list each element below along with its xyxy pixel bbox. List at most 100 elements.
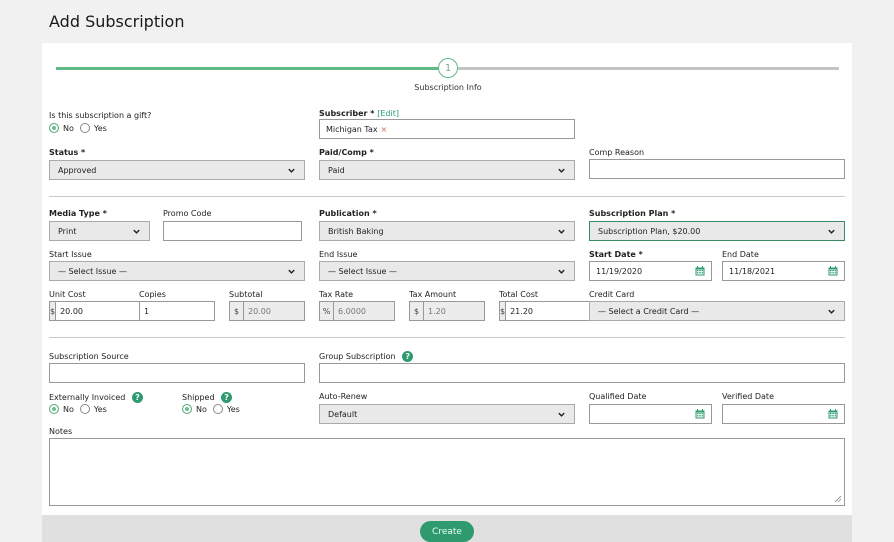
- gift-yes-radio[interactable]: [79, 123, 90, 133]
- paid-comp-label: Paid/Comp *: [319, 148, 374, 157]
- end-date-label: End Date: [722, 250, 759, 259]
- notes-textarea[interactable]: [49, 438, 845, 506]
- subscriber-field[interactable]: Michigan Tax ×: [319, 119, 575, 139]
- media-type-select[interactable]: Print: [49, 221, 150, 241]
- chevron-down-icon: [827, 307, 836, 316]
- end-date-value: 11/18/2021: [729, 266, 776, 276]
- credit-card-select[interactable]: — Select a Credit Card —: [589, 301, 845, 321]
- externally-invoiced-yes-label: Yes: [93, 404, 107, 414]
- chevron-down-icon: [557, 227, 566, 236]
- paid-comp-select[interactable]: Paid: [319, 160, 575, 180]
- section-divider: [49, 337, 845, 338]
- start-date-label: Start Date *: [589, 250, 643, 259]
- subscription-plan-select[interactable]: Subscription Plan, $20.00: [589, 221, 845, 241]
- group-subscription-label-text: Group Subscription: [319, 352, 396, 361]
- credit-card-label: Credit Card: [589, 290, 635, 299]
- status-label: Status *: [49, 148, 86, 157]
- end-issue-select[interactable]: — Select Issue —: [319, 261, 575, 281]
- end-date-field[interactable]: 11/18/2021: [722, 261, 845, 281]
- subtotal-value: 20.00: [243, 301, 305, 321]
- externally-invoiced-label: Externally Invoiced ?: [49, 392, 143, 403]
- start-issue-select[interactable]: — Select Issue —: [49, 261, 305, 281]
- verified-date-label: Verified Date: [722, 392, 774, 401]
- auto-renew-label: Auto-Renew: [319, 392, 368, 401]
- auto-renew-select[interactable]: Default: [319, 404, 575, 424]
- calendar-icon[interactable]: [695, 409, 705, 419]
- subscriber-edit-link[interactable]: [Edit]: [377, 109, 399, 118]
- externally-invoiced-no-label: No: [63, 404, 74, 414]
- dollar-prefix: $: [229, 301, 243, 321]
- verified-date-field[interactable]: [722, 404, 845, 424]
- subtotal-field: $ 20.00: [229, 301, 305, 321]
- chevron-down-icon: [557, 410, 566, 419]
- subscriber-tag-text: Michigan Tax: [326, 124, 378, 134]
- unit-cost-label: Unit Cost: [49, 290, 86, 299]
- gift-no-radio[interactable]: [49, 123, 59, 133]
- gift-yes-label: Yes: [93, 123, 107, 133]
- calendar-icon[interactable]: [695, 266, 705, 276]
- credit-card-select-value: — Select a Credit Card —: [598, 306, 700, 316]
- chevron-down-icon: [557, 267, 566, 276]
- remove-subscriber-icon[interactable]: ×: [381, 125, 388, 134]
- promo-code-input[interactable]: [163, 221, 302, 241]
- gift-label: Is this subscription a gift?: [49, 111, 152, 120]
- publication-label: Publication *: [319, 209, 377, 218]
- help-icon[interactable]: ?: [402, 351, 414, 362]
- shipped-label: Shipped ?: [182, 392, 233, 403]
- help-icon[interactable]: ?: [221, 392, 233, 403]
- qualified-date-field[interactable]: [589, 404, 712, 424]
- externally-invoiced-yes-radio[interactable]: [79, 404, 90, 414]
- shipped-no-radio[interactable]: [182, 404, 192, 414]
- subscription-source-input[interactable]: [49, 363, 305, 383]
- dollar-prefix: $: [409, 301, 423, 321]
- total-cost-label: Total Cost: [499, 290, 539, 299]
- publication-select-value: British Baking: [328, 226, 384, 236]
- tax-rate-value: 6.0000: [333, 301, 395, 321]
- media-type-select-value: Print: [58, 226, 77, 236]
- notes-label: Notes: [49, 427, 73, 436]
- subscription-plan-select-value: Subscription Plan, $20.00: [598, 226, 701, 236]
- externally-invoiced-no-radio[interactable]: [49, 404, 59, 414]
- start-issue-select-value: — Select Issue —: [58, 266, 127, 276]
- unit-cost-field: $: [49, 301, 167, 321]
- page-title: Add Subscription: [49, 12, 185, 31]
- start-date-field[interactable]: 11/19/2020: [589, 261, 712, 281]
- qualified-date-label: Qualified Date: [589, 392, 647, 401]
- subscription-plan-label: Subscription Plan *: [589, 209, 676, 218]
- calendar-icon[interactable]: [828, 409, 838, 419]
- publication-select[interactable]: British Baking: [319, 221, 575, 241]
- status-select[interactable]: Approved: [49, 160, 305, 180]
- shipped-no-label: No: [196, 404, 207, 414]
- chevron-down-icon: [287, 166, 296, 175]
- section-divider: [49, 196, 845, 197]
- resize-handle-icon[interactable]: [835, 496, 841, 502]
- shipped-yes-radio[interactable]: [212, 404, 223, 414]
- help-icon[interactable]: ?: [131, 392, 143, 403]
- promo-code-label: Promo Code: [163, 209, 212, 218]
- group-subscription-input[interactable]: [319, 363, 845, 383]
- externally-invoiced-label-text: Externally Invoiced: [49, 393, 126, 402]
- create-button[interactable]: Create: [420, 521, 474, 542]
- tax-amount-field: $ 1.20: [409, 301, 485, 321]
- media-type-label: Media Type *: [49, 209, 107, 218]
- subscriber-label: Subscriber * [Edit]: [319, 109, 399, 118]
- externally-invoiced-radio-group: No Yes: [49, 404, 107, 414]
- shipped-label-text: Shipped: [182, 393, 215, 402]
- step-indicator[interactable]: 1: [438, 58, 458, 78]
- calendar-icon[interactable]: [828, 266, 838, 276]
- group-subscription-label: Group Subscription ?: [319, 351, 414, 362]
- auto-renew-select-value: Default: [328, 409, 358, 419]
- percent-prefix: %: [319, 301, 333, 321]
- chevron-down-icon: [557, 166, 566, 175]
- step-label: Subscription Info: [414, 83, 482, 92]
- copies-input[interactable]: [139, 301, 215, 321]
- end-issue-label: End Issue: [319, 250, 358, 259]
- subscriber-label-text: Subscriber *: [319, 109, 375, 118]
- tax-rate-label: Tax Rate: [319, 290, 354, 299]
- tax-amount-label: Tax Amount: [409, 290, 457, 299]
- comp-reason-input[interactable]: [589, 159, 845, 179]
- subscriber-tag: Michigan Tax ×: [326, 125, 387, 134]
- end-issue-select-value: — Select Issue —: [328, 266, 397, 276]
- chevron-down-icon: [827, 227, 836, 236]
- start-date-value: 11/19/2020: [596, 266, 643, 276]
